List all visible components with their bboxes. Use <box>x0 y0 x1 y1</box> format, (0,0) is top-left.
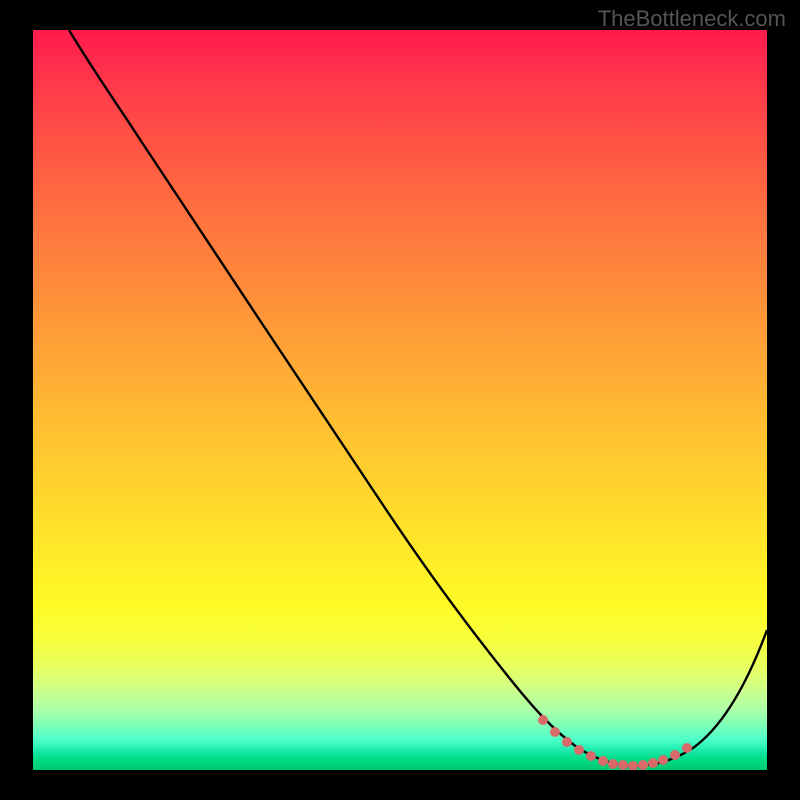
chart-svg <box>33 30 767 770</box>
highlight-dots <box>538 715 692 770</box>
chart-plot-area <box>33 30 767 770</box>
watermark-text: TheBottleneck.com <box>598 6 786 32</box>
main-curve-line <box>69 30 767 766</box>
